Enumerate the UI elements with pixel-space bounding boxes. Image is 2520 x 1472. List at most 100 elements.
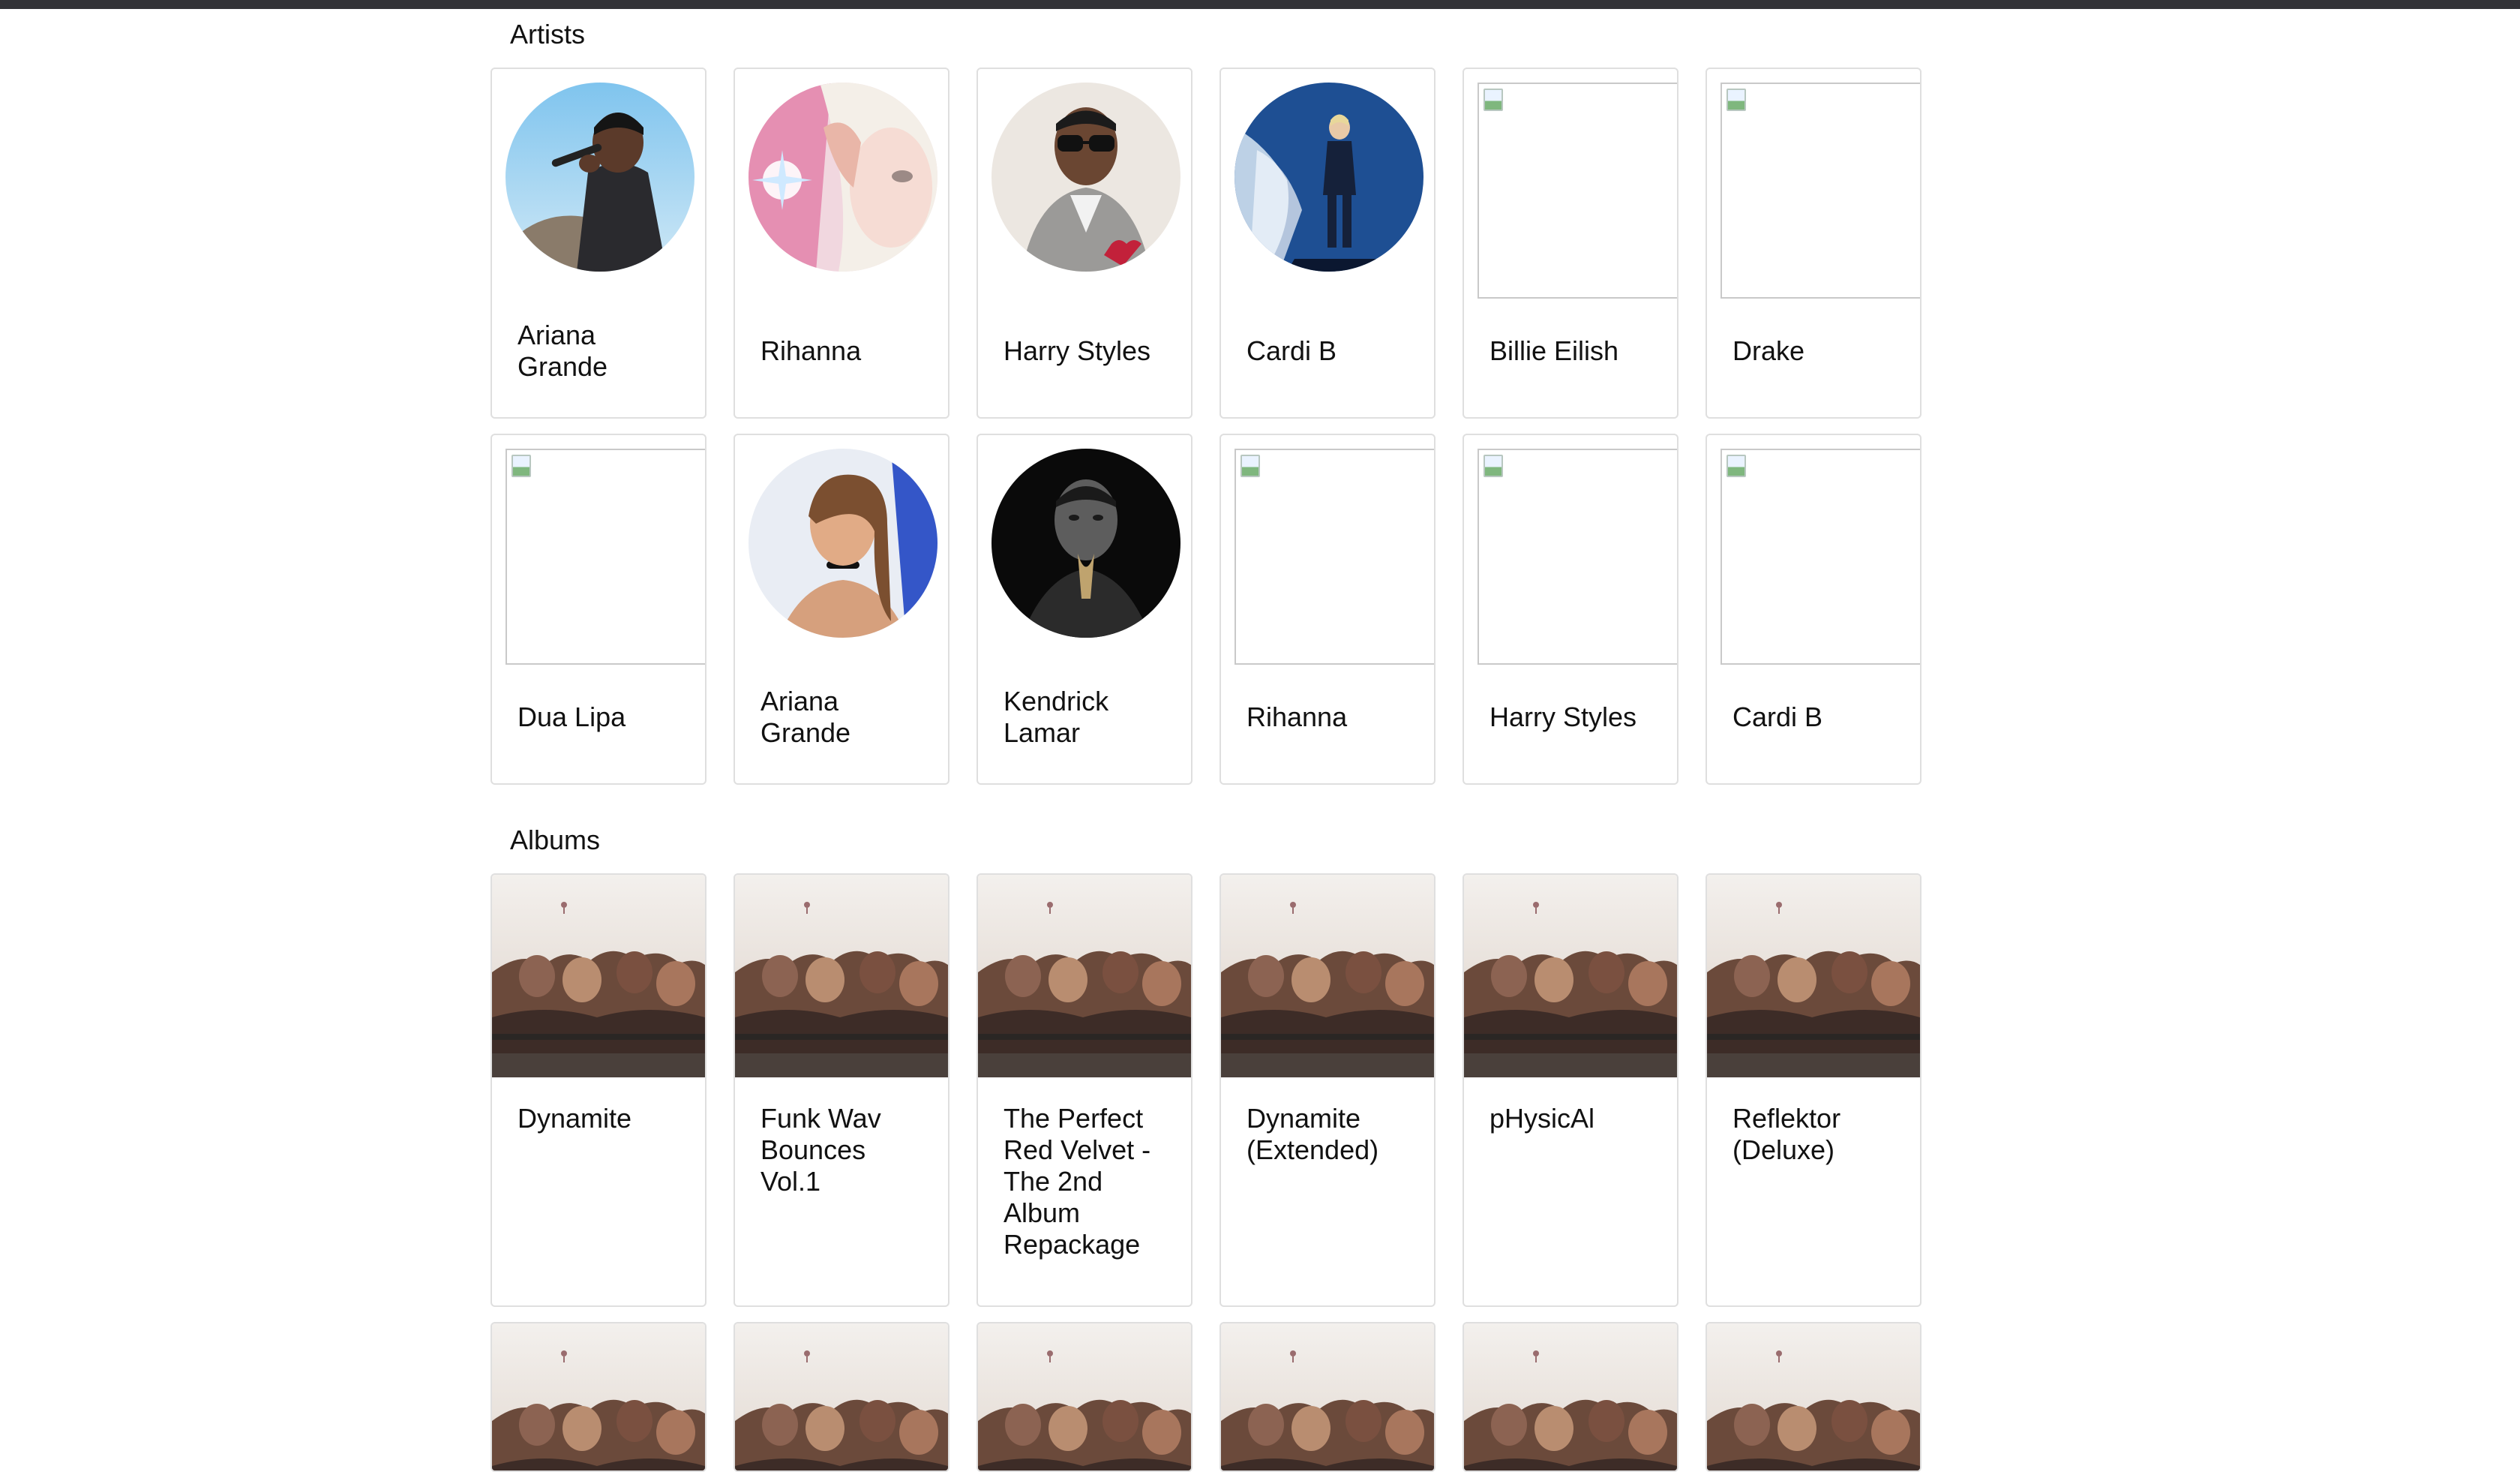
album-card[interactable]: Dynamite (490, 873, 706, 1307)
album-cover (978, 875, 1191, 1077)
artist-image (506, 83, 694, 285)
broken-image-icon (1726, 455, 1746, 477)
artist-image (992, 83, 1180, 285)
album-cover-art (1221, 1323, 1434, 1470)
artist-card[interactable]: Rihanna (1220, 434, 1436, 785)
album-name: The Perfect Red Velvet - The 2nd Album R… (1004, 1103, 1151, 1260)
album-card[interactable] (734, 1322, 950, 1472)
album-card[interactable] (1462, 1322, 1678, 1472)
artist-name: Billie Eilish (1490, 335, 1619, 366)
album-cover (735, 875, 948, 1077)
artist-image (506, 449, 705, 665)
album-cover-art (978, 875, 1191, 1077)
album-cover (1221, 875, 1434, 1077)
artist-image (1720, 83, 1920, 299)
artist-photo (992, 449, 1180, 638)
album-cover-art (492, 1323, 705, 1470)
artist-name: Rihanna (1246, 701, 1348, 732)
album-name: Reflektor (Deluxe) (1732, 1103, 1841, 1165)
broken-image-icon (1484, 455, 1503, 477)
album-name: Funk Wav Bounces Vol.1 (760, 1103, 881, 1197)
artist-card[interactable]: Harry Styles (1462, 434, 1678, 785)
albums-grid: Dynamite Funk Wav Bounces Vol.1 The Perf… (490, 873, 1922, 1472)
artist-card[interactable]: Dua Lipa (490, 434, 706, 785)
album-name: pHysicAl (1490, 1103, 1595, 1134)
album-card[interactable]: Reflektor (Deluxe) (1706, 873, 1922, 1307)
album-card[interactable] (490, 1322, 706, 1472)
album-name: Dynamite (Extended) (1246, 1103, 1379, 1165)
album-cover (1221, 1323, 1434, 1470)
album-cover-art (735, 875, 948, 1077)
album-cover-art (1464, 1323, 1677, 1470)
album-cover (1464, 875, 1677, 1077)
broken-image-frame (1234, 449, 1434, 665)
artist-image (748, 449, 938, 651)
album-cover (492, 875, 705, 1077)
artist-card[interactable]: Ariana Grande (490, 68, 706, 419)
album-card[interactable]: pHysicAl (1462, 873, 1678, 1307)
artist-name: Ariana Grande (518, 320, 608, 382)
album-cover-art (978, 1323, 1191, 1470)
artist-name: Harry Styles (1490, 701, 1637, 732)
broken-image-frame (1478, 449, 1677, 665)
artist-name: Harry Styles (1004, 335, 1151, 366)
artist-image (1720, 449, 1920, 665)
artist-card[interactable]: Ariana Grande (734, 434, 950, 785)
artist-card[interactable]: Billie Eilish (1462, 68, 1678, 419)
artist-photo (748, 449, 938, 638)
artists-section-title: Artists (510, 19, 586, 50)
album-cover (978, 1323, 1191, 1470)
broken-image-frame (1478, 83, 1677, 299)
album-card[interactable]: The Perfect Red Velvet - The 2nd Album R… (976, 873, 1192, 1307)
artist-card[interactable]: Kendrick Lamar (976, 434, 1192, 785)
broken-image-frame (506, 449, 705, 665)
artist-image (1234, 449, 1434, 665)
artist-name: Cardi B (1732, 701, 1823, 732)
album-cover (1464, 1323, 1677, 1470)
album-cover-art (1464, 875, 1677, 1077)
artist-card[interactable]: Cardi B (1220, 68, 1436, 419)
album-card[interactable] (976, 1322, 1192, 1472)
browser-top-bar (0, 0, 2520, 9)
album-cover (735, 1323, 948, 1470)
artist-card[interactable]: Harry Styles (976, 68, 1192, 419)
artist-photo (748, 83, 938, 272)
artist-photo (1234, 83, 1424, 272)
artist-name: Cardi B (1246, 335, 1337, 366)
broken-image-icon (1726, 89, 1746, 111)
artist-name: Rihanna (760, 335, 862, 366)
album-card[interactable] (1706, 1322, 1922, 1472)
album-card[interactable]: Dynamite (Extended) (1220, 873, 1436, 1307)
album-cover (492, 1323, 705, 1470)
broken-image-icon (512, 455, 531, 477)
album-cover-art (1707, 875, 1920, 1077)
artist-card[interactable]: Rihanna (734, 68, 950, 419)
artist-image (992, 449, 1180, 651)
artist-photo (992, 83, 1180, 272)
album-cover (1707, 1323, 1920, 1470)
albums-section-title: Albums (510, 825, 601, 855)
album-name: Dynamite (518, 1103, 632, 1134)
album-cover-art (1707, 1323, 1920, 1470)
album-cover-art (735, 1323, 948, 1470)
artist-name: Dua Lipa (518, 701, 626, 732)
artist-image (748, 83, 938, 285)
album-card[interactable] (1220, 1322, 1436, 1472)
artist-image (1478, 83, 1677, 299)
album-cover (1707, 875, 1920, 1077)
artist-image (1478, 449, 1677, 665)
album-cover-art (492, 875, 705, 1077)
album-cover-art (1221, 875, 1434, 1077)
broken-image-icon (1240, 455, 1260, 477)
artist-card[interactable]: Cardi B (1706, 434, 1922, 785)
broken-image-frame (1720, 449, 1920, 665)
artist-photo (506, 83, 694, 272)
broken-image-frame (1720, 83, 1920, 299)
broken-image-icon (1484, 89, 1503, 111)
album-card[interactable]: Funk Wav Bounces Vol.1 (734, 873, 950, 1307)
artist-name: Ariana Grande (760, 686, 851, 748)
artist-image (1234, 83, 1424, 285)
artists-grid: Ariana Grande Rihanna Harry Styles Cardi… (490, 68, 1922, 785)
artist-card[interactable]: Drake (1706, 68, 1922, 419)
artist-name: Kendrick Lamar (1004, 686, 1109, 748)
